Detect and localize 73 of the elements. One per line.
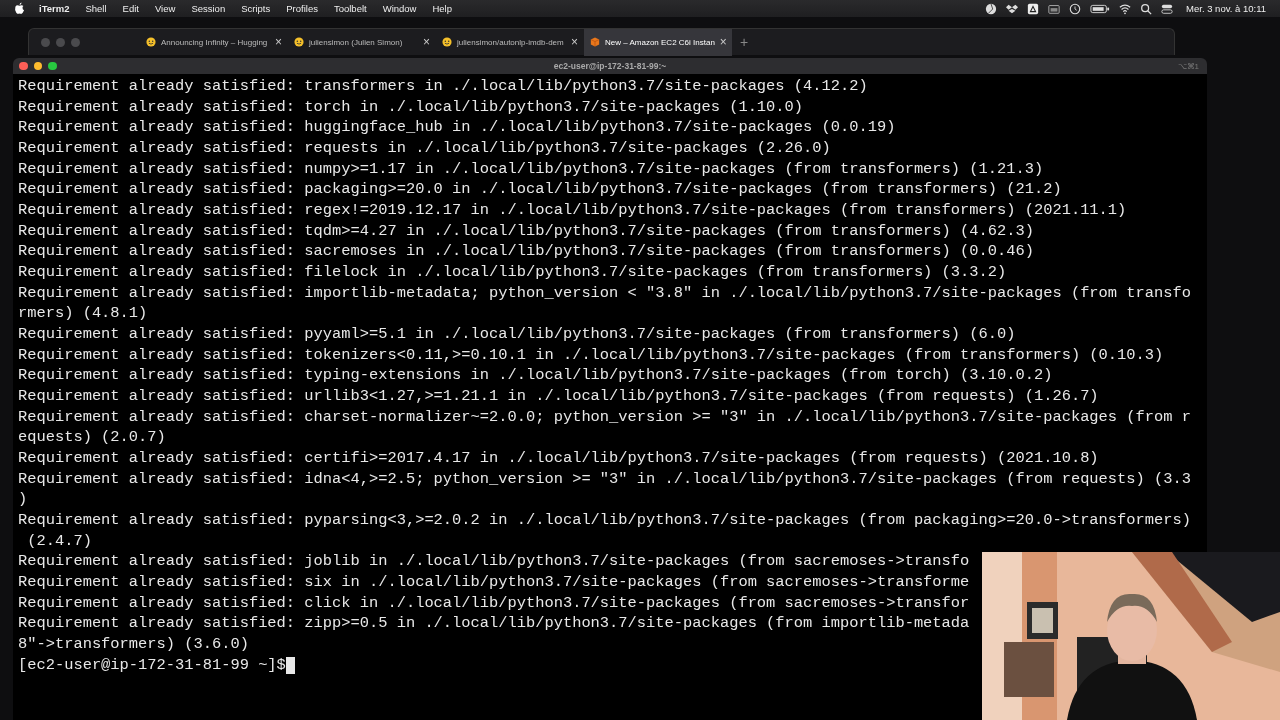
close-icon[interactable]: ×: [275, 35, 282, 49]
menu-item[interactable]: Session: [191, 3, 226, 14]
terminal-line: Requirement already satisfied: certifi>=2017.4.17 in ./.local/lib/python3.7/site-packages (from requests) (2021.10.8): [18, 448, 1099, 469]
browser-tab[interactable]: juliensimon (Julien Simon) ×: [288, 28, 436, 56]
terminal-line: Requirement already satisfied: filelock in ./.local/lib/python3.7/site-packages (from transformers) (3.3.2): [18, 262, 1007, 283]
terminal-line: Requirement already satisfied: zipp>=0.5 in ./.local/lib/python3.7/site-packages (from importlib-metada: [18, 613, 970, 635]
battery-icon[interactable]: [1090, 2, 1111, 15]
menu-item[interactable]: Help: [432, 3, 452, 14]
menu-item[interactable]: Window: [382, 3, 417, 14]
terminal-line: equests) (2.0.7): [18, 427, 166, 449]
terminal-line: Requirement already satisfied: packaging>=20.0 in ./.local/lib/python3.7/site-packages (from transformers) (21.2): [18, 179, 1062, 201]
apple-logo-icon[interactable]: [14, 2, 25, 15]
terminal-line: Requirement already satisfied: requests in ./.local/lib/python3.7/site-packages (2.26.0): [18, 138, 831, 159]
minimize-light-icon[interactable]: [33, 61, 42, 71]
terminal-line: Requirement already satisfied: numpy>=1.17 in ./.local/lib/python3.7/site-packages (from transformers) (1.21.3): [18, 158, 1044, 180]
menu-clock[interactable]: Mer. 3 nov. à 10:11: [1186, 3, 1266, 14]
terminal-line: rmers) (4.8.1): [18, 303, 148, 325]
terminal-line: Requirement already satisfied: click in ./.local/lib/python3.7/site-packages (from sacremoses->transfor: [18, 592, 970, 614]
terminal-line: Requirement already satisfied: importlib-metadata; python_version < "3.8" in ./.local/lib/python3.7/site-packages (from transfo: [18, 282, 1191, 304]
smiley-favicon-icon: [294, 37, 304, 47]
terminal-line: Requirement already satisfied: pyyaml>=5.1 in ./.local/lib/python3.7/site-packages (from transformers) (6.0): [18, 324, 1016, 345]
tab-title: juliensimon (Julien Simon): [309, 37, 404, 47]
terminal-line: Requirement already satisfied: urllib3<1.27,>=1.21.1 in ./.local/lib/python3.7/site-packages (from requests) (1.26.7): [18, 386, 1099, 407]
cursor-block: [285, 656, 295, 674]
terminal-line: Requirement already satisfied: regex!=2019.12.17 in ./.local/lib/python3.7/site-packages (from transformers) (2021.11.1): [18, 200, 1127, 221]
tab-title: New – Amazon EC2 C6i Instan: [605, 37, 715, 47]
terminal-line: Requirement already satisfied: charset-normalizer~=2.0.0; python_version >= "3" in ./.local/lib/python3.7/site-packages (from r: [18, 406, 1191, 428]
smiley-favicon-icon: [146, 37, 156, 47]
menu-item[interactable]: Profiles: [286, 3, 318, 14]
terminal-line: Requirement already satisfied: tokenizers<0.11,>=0.10.1 in ./.local/lib/python3.7/site-packages (from transformers) (0.10.3): [18, 344, 1164, 366]
search-icon[interactable]: [1140, 2, 1153, 15]
menu-item[interactable]: Shell: [85, 3, 107, 14]
shell-prompt: [ec2-user@ip-172-31-81-99 ~]$: [18, 654, 286, 676]
browser-tab[interactable]: juliensimon/autonlp-imdb-dem ×: [436, 28, 584, 56]
terminal-line: Requirement already satisfied: six in ./.local/lib/python3.7/site-packages (from sacremoses->transforme: [18, 572, 970, 593]
new-tab-icon[interactable]: +: [740, 34, 749, 50]
close-icon[interactable]: ×: [423, 35, 430, 49]
terminal-line: Requirement already satisfied: tqdm>=4.27 in ./.local/lib/python3.7/site-packages (from transformers) (4.62.3): [18, 220, 1034, 242]
terminal-line: 8"->transformers) (3.6.0): [18, 634, 249, 655]
clock-icon[interactable]: [1069, 2, 1082, 15]
close-icon[interactable]: ×: [719, 35, 727, 49]
menu-item[interactable]: Scripts: [241, 3, 271, 14]
tab-title: Announcing Infinity – Hugging: [161, 37, 269, 47]
menu-item[interactable]: View: [154, 3, 176, 14]
terminal-line: Requirement already satisfied: idna<4,>=2.5; python_version >= "3" in ./.local/lib/python3.7/site-packages (from requests) (3.3: [18, 468, 1191, 490]
menu-item[interactable]: Edit: [122, 3, 139, 14]
control-center-icon[interactable]: [1161, 2, 1174, 15]
drive-icon[interactable]: [1027, 2, 1040, 15]
terminal-line: Requirement already satisfied: pyparsing<3,>=2.0.2 in ./.local/lib/python3.7/site-packages (from packaging>=20.0->transformers): [18, 510, 1191, 531]
terminal-line: Requirement already satisfied: transformers in ./.local/lib/python3.7/site-packages (4.12.2): [18, 76, 868, 97]
cube-favicon-icon: [590, 37, 600, 47]
wifi-icon[interactable]: [1119, 2, 1132, 15]
window-icon[interactable]: [1048, 2, 1061, 15]
terminal-line: (2.4.7): [26, 530, 92, 552]
terminal-line: Requirement already satisfied: typing-extensions in ./.local/lib/python3.7/site-packages (from torch) (3.10.0.2): [18, 365, 1053, 387]
dropbox-icon[interactable]: [1006, 2, 1019, 15]
terminal-line: Requirement already satisfied: huggingface_hub in ./.local/lib/python3.7/site-packages (0.0.19): [18, 117, 896, 139]
close-light-icon[interactable]: [19, 61, 28, 71]
camera-shutter-icon[interactable]: [985, 2, 998, 15]
terminal-line: Requirement already satisfied: joblib in ./.local/lib/python3.7/site-packages (from sacremoses->transfo: [18, 551, 970, 573]
zoom-light-icon[interactable]: [48, 61, 57, 71]
close-icon[interactable]: ×: [571, 35, 578, 49]
shortcut-label: ⌥⌘1: [1177, 61, 1199, 71]
window-title: ec2-user@ip-172-31-81-99:~: [553, 61, 667, 71]
tab-title: juliensimon/autonlp-imdb-dem: [457, 37, 565, 47]
terminal-line: Requirement already satisfied: torch in ./.local/lib/python3.7/site-packages (1.10.0): [18, 96, 804, 118]
terminal-line: Requirement already satisfied: sacremoses in ./.local/lib/python3.7/site-packages (from transformers) (0.0.46): [18, 241, 1034, 263]
browser-tab[interactable]: New – Amazon EC2 C6i Instan ×: [584, 28, 732, 56]
smiley-favicon-icon: [442, 37, 452, 47]
browser-tab[interactable]: Announcing Infinity – Hugging ×: [140, 28, 288, 56]
menu-item[interactable]: Toolbelt: [333, 3, 367, 14]
terminal-line: ): [18, 489, 28, 511]
menu-app-name[interactable]: iTerm2: [39, 3, 70, 14]
